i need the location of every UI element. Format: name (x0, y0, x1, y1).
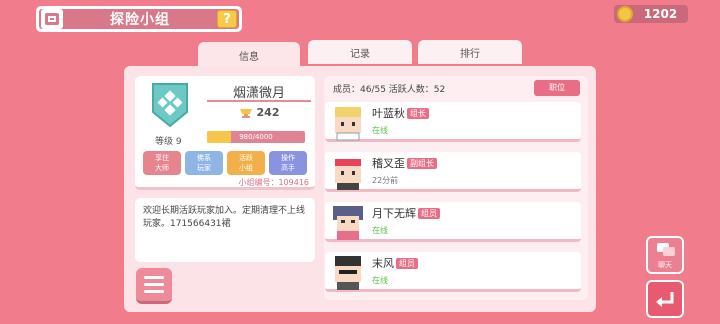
chat-button[interactable]: 聊天 (646, 236, 684, 274)
member-row[interactable]: 稽叉歪 副组长 22分前 (325, 152, 581, 192)
back-arrow-icon (656, 292, 674, 307)
member-stats: 成员：46/55 活跃人数：52 (333, 85, 446, 95)
member-name: 月下无辉 (372, 207, 416, 220)
role-button[interactable]: 职位 (534, 80, 580, 96)
clan-info-card: 等级 9 烟潇微月 242 980/4000 享住 大师 佛系 玩家 活跃 小组 操作… (135, 76, 315, 190)
coin-icon (617, 6, 633, 22)
help-button[interactable]: ? (217, 10, 237, 28)
member-name: 稽叉歪 (372, 157, 405, 170)
member-row[interactable]: 叶蓝秋 组长 在线 (325, 102, 581, 142)
member-status: 在线 (372, 276, 388, 285)
exp-progress-bar: 980/4000 (207, 131, 305, 143)
title-bar: 探险小组 ? (36, 6, 242, 32)
menu-icon (144, 276, 164, 279)
member-status: 在线 (372, 126, 388, 135)
clan-screen: 探险小组 ? 1202 信息 记录 排行 等级 9 烟潇微月 242 980/4… (0, 0, 720, 324)
clan-score: 242 (207, 106, 311, 119)
coin-amount: 1202 (643, 7, 678, 21)
tab-ranking[interactable]: 排行 (418, 40, 522, 64)
clan-id: 小组编号：109416 (238, 178, 309, 187)
tag-chip: 佛系 玩家 (185, 151, 223, 175)
clan-name: 烟潇微月 (232, 86, 285, 101)
tag-chip: 享住 大师 (143, 151, 181, 175)
avatar (335, 107, 361, 141)
avatar (333, 206, 363, 240)
tab-info[interactable]: 信息 (198, 42, 300, 68)
tab-records[interactable]: 记录 (308, 40, 412, 64)
clan-notice: 欢迎长期活跃玩家加入。定期清理不上线玩家。171566431裙 (135, 198, 315, 262)
member-role-badge: 副组长 (407, 158, 437, 169)
member-name: 叶蓝秋 (372, 107, 405, 120)
clan-score-value: 242 (256, 106, 280, 119)
clan-badge-icon (152, 83, 188, 128)
chat-label: 聊天 (658, 261, 672, 269)
clan-level: 等级 9 (155, 137, 182, 147)
member-row[interactable]: 末风 组员 在线 (325, 252, 581, 292)
member-name: 末风 (372, 257, 394, 270)
back-button[interactable] (646, 280, 684, 318)
avatar (335, 256, 361, 290)
member-row[interactable]: 月下无辉 组员 在线 (325, 202, 581, 242)
chat-icon (657, 243, 675, 256)
member-status: 22分前 (372, 176, 399, 185)
tag-chip: 操作 高手 (269, 151, 307, 175)
coin-counter: 1202 (614, 5, 688, 23)
tag-chip: 活跃 小组 (227, 151, 265, 175)
member-role-badge: 组员 (396, 258, 418, 269)
clan-logo-icon (41, 9, 63, 29)
menu-button[interactable] (136, 268, 172, 304)
exp-progress-text: 980/4000 (239, 133, 273, 141)
member-role-badge: 组长 (407, 108, 429, 119)
avatar (335, 155, 361, 190)
member-status: 在线 (372, 226, 388, 235)
member-role-badge: 组员 (418, 208, 440, 219)
page-title: 探险小组 (110, 12, 170, 28)
trophy-icon (239, 108, 252, 118)
